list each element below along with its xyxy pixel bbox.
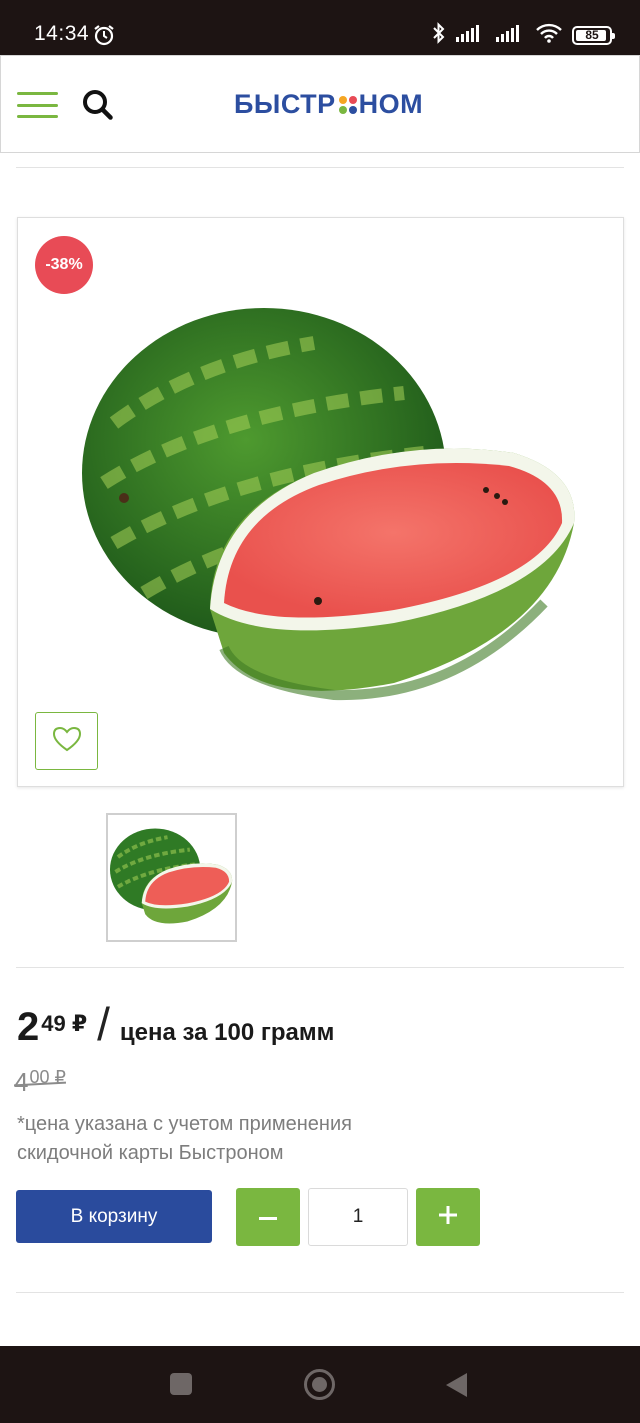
divider [16,967,624,968]
heart-icon [52,726,82,757]
minus-icon [259,1208,277,1226]
signal-icon [456,23,486,48]
old-price: 4 00 ₽ [14,1067,66,1098]
favorite-button[interactable] [35,712,98,770]
status-time: 14:34 [34,22,90,45]
wifi-icon [536,23,562,48]
watermelon-image [82,308,575,701]
price-unit: цена за 100 грамм [119,1019,335,1046]
divider [16,1292,624,1293]
menu-icon[interactable] [17,92,58,118]
discount-badge: -38% [35,236,93,294]
site-logo[interactable]: БЫСТР НОМ [234,89,423,120]
product-thumbnail[interactable] [106,813,237,942]
price-note: *цена указана с учетом применения скидоч… [17,1113,352,1164]
price-integer: 2 [17,1005,40,1049]
plus-icon [439,1205,457,1229]
old-price-integer: 4 [14,1067,29,1097]
logo-dots [338,95,357,114]
battery-icon: 85 [572,26,615,45]
home-icon[interactable] [304,1369,335,1400]
divider [16,167,624,168]
watermelon-thumbnail-image [109,828,233,924]
recent-apps-icon[interactable] [170,1373,192,1395]
logo-text-right: НОМ [358,89,424,119]
product-image-box[interactable]: -38% [17,217,624,787]
increase-quantity-button[interactable] [416,1188,480,1246]
logo-text-left: БЫСТР [234,89,336,119]
add-to-cart-button[interactable]: В корзину [16,1190,212,1243]
quantity-input[interactable]: 1 [308,1188,408,1246]
price-separator: / [97,998,110,1050]
old-price-decimal: 00 ₽ [29,1067,66,1087]
signal-icon-2 [496,23,526,48]
system-nav-bar [0,1346,640,1423]
alarm-icon [92,23,116,52]
status-bar: 14:34 85 [0,0,640,55]
bluetooth-icon [432,22,446,49]
back-icon[interactable] [446,1373,467,1397]
decrease-quantity-button[interactable] [236,1188,300,1246]
status-icons: 85 [432,22,615,49]
search-icon[interactable] [81,88,115,127]
battery-level: 85 [585,28,599,42]
site-header: БЫСТР НОМ [0,55,640,153]
price-decimal: 49 ₽ [41,1011,88,1036]
current-price: 2 49 ₽ / цена за 100 грамм [17,1001,335,1049]
